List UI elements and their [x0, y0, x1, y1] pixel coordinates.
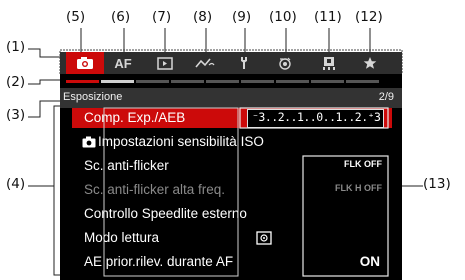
subpage-segment [276, 80, 309, 83]
section-header: Esposizione 2/9 [60, 88, 402, 108]
menu-tab-bar: AF [60, 52, 402, 74]
menu-item-exposure-compensation[interactable]: Comp. Exp./AEB ⁻3..2..1..0..1..2.⁺3 [72, 108, 392, 128]
menu-item-label: Impostazioni sensibilità ISO [98, 134, 264, 149]
tab-af[interactable]: AF [104, 52, 142, 74]
tab-setup[interactable] [225, 52, 263, 74]
tab-wireless[interactable] [186, 52, 224, 74]
menu-item-high-freq-anti-flicker: Sc. anti-flicker alta freq. FLK H OFF [72, 180, 392, 200]
subpage-segment [206, 80, 239, 83]
custom-functions-icon [279, 57, 291, 70]
callout-12: (12) [355, 9, 383, 25]
callout-7: (7) [152, 9, 172, 25]
subpage-segment [171, 80, 204, 83]
menu-item-label: Sc. anti-flicker [84, 158, 169, 173]
menu-item-label: Modo lettura [84, 230, 160, 245]
menu-item-label: AE prior.rilev. durante AF [84, 254, 234, 269]
callout-2: (2) [6, 74, 26, 90]
wireless-icon [195, 58, 215, 68]
tab-favorites[interactable] [351, 52, 389, 74]
callout-13: (13) [423, 176, 451, 192]
callout-8: (8) [193, 9, 213, 25]
subpage-segment [311, 80, 344, 83]
wrench-icon [241, 57, 247, 69]
callout-1: (1) [6, 39, 26, 55]
subpage-indicator-bar [60, 75, 402, 87]
af-text-icon: AF [114, 55, 132, 71]
flicker-off-icon: FLK OFF [344, 159, 382, 169]
menu-item-speedlite-control[interactable]: Controllo Speedlite esterno [72, 204, 392, 224]
callout-11: (11) [314, 9, 342, 25]
evaluative-metering-icon [256, 231, 272, 245]
tab-custom-functions[interactable] [266, 52, 304, 74]
subpage-segment-current [66, 80, 99, 83]
callout-9: (9) [232, 9, 252, 25]
menu-item-value: ON [359, 254, 380, 269]
menu-item-label: Comp. Exp./AEB [84, 110, 186, 125]
menu-item-iso-settings[interactable]: Impostazioni sensibilità ISO [72, 132, 392, 152]
callout-6: (6) [111, 9, 131, 25]
camera-icon [82, 136, 96, 148]
exposure-scale: ⁻3..2..1..0..1..2.⁺3 [247, 109, 384, 128]
subpage-segment [241, 80, 274, 83]
menu-item-label: Controllo Speedlite esterno [84, 206, 247, 221]
flicker-high-off-icon: FLK H OFF [335, 183, 382, 193]
menu-item-ae-priority-af[interactable]: AE prior.rilev. durante AF ON [72, 252, 392, 272]
camera-menu-screen: AF Esposizione 2/9 Comp. Exp./AEB ⁻3..2.… [60, 52, 402, 280]
tab-shooting[interactable] [66, 52, 104, 74]
menu-item-anti-flicker[interactable]: Sc. anti-flicker FLK OFF [72, 156, 392, 176]
menu-item-label: Sc. anti-flicker alta freq. [84, 182, 226, 197]
callout-4: (4) [6, 176, 26, 192]
user-icon [323, 56, 335, 70]
subpage-segment [346, 80, 379, 83]
callout-5: (5) [66, 9, 86, 25]
tab-my-menu-user[interactable] [310, 52, 348, 74]
camera-icon [77, 57, 93, 69]
callout-3: (3) [6, 107, 26, 123]
playback-icon [157, 56, 173, 70]
menu-item-metering-mode[interactable]: Modo lettura [72, 228, 392, 248]
callout-10: (10) [269, 9, 297, 25]
tab-playback[interactable] [146, 52, 184, 74]
subpage-segment [101, 80, 134, 83]
section-title: Esposizione [63, 91, 123, 103]
page-number: 2/9 [378, 91, 394, 103]
star-icon [363, 57, 377, 69]
subpage-segment [136, 80, 169, 83]
exposure-scale-value: ⁻3..2..1..0..1..2.⁺3 [252, 110, 381, 124]
